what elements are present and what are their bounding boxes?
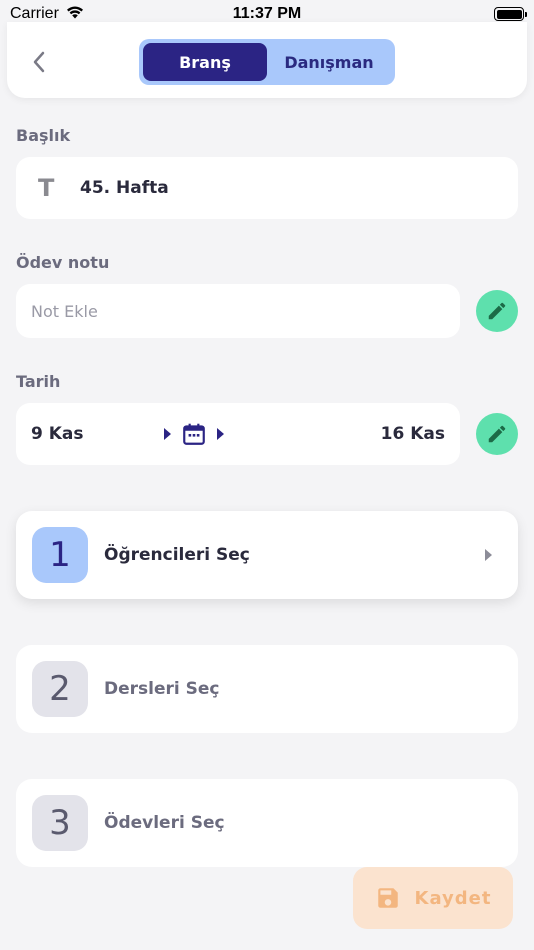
tab-brans[interactable]: Branş [143,43,267,81]
save-button[interactable]: Kaydet [353,867,513,929]
date-range-indicator [163,421,224,447]
date-section-label: Tarih [16,372,61,391]
tab-danisman[interactable]: Danışman [267,43,391,81]
pencil-icon [488,425,506,443]
step-select-homework[interactable]: 3 Ödevleri Seç [16,779,518,867]
note-section-label: Ödev notu [16,253,110,272]
chevron-left-icon [33,51,45,73]
date-start: 9 Kas [31,424,84,444]
save-button-label: Kaydet [414,887,492,909]
title-section-label: Başlık [16,126,71,145]
step-label: Dersleri Seç [104,679,220,699]
title-field[interactable]: T 45. Hafta [16,157,518,219]
battery-icon [494,7,527,21]
segmented-control: Branş Danışman [139,39,395,85]
caret-right-icon [163,428,171,440]
step-label: Öğrencileri Seç [104,545,250,565]
note-edit-button[interactable] [476,290,518,332]
pencil-icon [488,302,506,320]
note-field[interactable] [16,284,460,338]
step-select-lessons[interactable]: 2 Dersleri Seç [16,645,518,733]
floppy-disk-icon [377,888,398,908]
calendar-icon[interactable] [181,421,207,447]
header-bar: Branş Danışman [7,22,527,98]
step-label: Ödevleri Seç [104,813,225,833]
title-value: 45. Hafta [80,178,169,198]
step-number-badge: 3 [32,795,88,851]
back-button[interactable] [27,48,51,76]
caret-right-icon [216,428,224,440]
text-t-icon: T [38,174,55,202]
date-field[interactable]: 9 Kas 16 Kas [16,403,460,465]
date-end: 16 Kas [380,424,445,444]
date-edit-button[interactable] [476,413,518,455]
carrier-label: Carrier [10,5,59,22]
step-number-badge: 2 [32,661,88,717]
note-input[interactable] [31,301,460,321]
status-left: Carrier [10,5,85,24]
wifi-icon [65,5,85,24]
chevron-right-icon [485,549,492,561]
step-number-badge: 1 [32,527,88,583]
step-select-students[interactable]: 1 Öğrencileri Seç [16,511,518,599]
